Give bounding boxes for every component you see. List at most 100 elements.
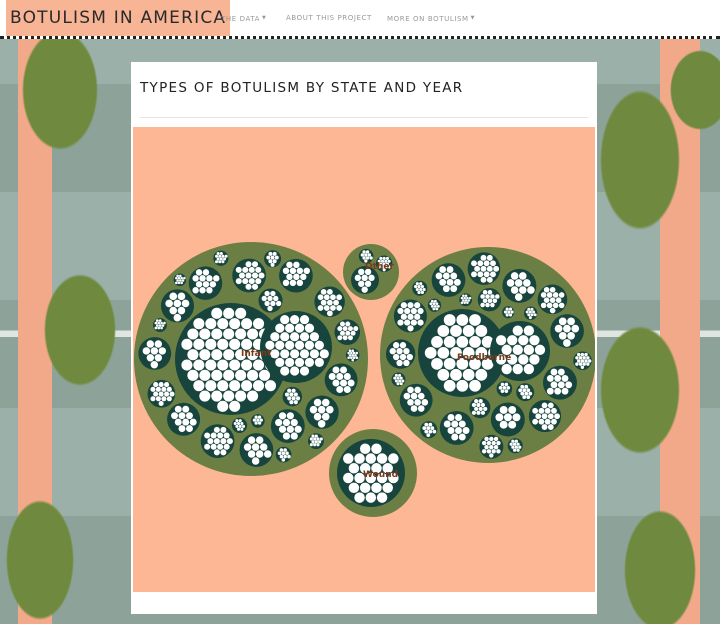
leaf-circle[interactable] (554, 413, 560, 420)
leaf-circle[interactable] (510, 310, 514, 314)
leaf-circle[interactable] (410, 405, 418, 412)
nav-the-data[interactable]: THE DATA ▼ (221, 0, 266, 36)
leaf-circle[interactable] (350, 330, 356, 336)
leaf-circle[interactable] (469, 379, 481, 392)
leaf-circle[interactable] (439, 266, 447, 273)
leaf-circle[interactable] (238, 419, 242, 423)
leaf-circle[interactable] (294, 357, 305, 367)
leaf-circle[interactable] (176, 279, 179, 282)
leaf-circle[interactable] (382, 482, 393, 494)
leaf-circle[interactable] (490, 302, 495, 308)
leaf-circle[interactable] (300, 273, 307, 281)
leaf-circle[interactable] (150, 386, 156, 392)
leaf-circle[interactable] (354, 492, 365, 503)
leaf-circle[interactable] (229, 380, 241, 392)
leaf-circle[interactable] (251, 443, 260, 451)
leaf-circle[interactable] (503, 413, 512, 422)
leaf-circle[interactable] (211, 349, 223, 361)
leaf-circle[interactable] (578, 362, 583, 366)
leaf-circle[interactable] (189, 418, 197, 426)
leaf-circle[interactable] (223, 307, 235, 319)
leaf-circle[interactable] (523, 325, 535, 336)
leaf-circle[interactable] (247, 369, 259, 381)
leaf-circle[interactable] (392, 342, 400, 349)
leaf-circle[interactable] (462, 427, 470, 434)
leaf-circle[interactable] (238, 424, 242, 428)
leaf-circle[interactable] (157, 326, 161, 330)
leaf-circle[interactable] (490, 294, 495, 299)
leaf-circle[interactable] (417, 290, 421, 295)
leaf-circle[interactable] (345, 330, 351, 336)
leaf-circle[interactable] (235, 419, 239, 423)
leaf-circle[interactable] (355, 356, 359, 360)
leaf-circle[interactable] (163, 321, 166, 325)
leaf-circle[interactable] (490, 260, 496, 267)
leaf-circle[interactable] (247, 436, 256, 444)
leaf-circle[interactable] (426, 433, 431, 438)
leaf-circle[interactable] (180, 276, 183, 280)
leaf-circle[interactable] (309, 332, 320, 342)
leaf-circle[interactable] (337, 326, 343, 332)
leaf-circle[interactable] (504, 382, 509, 387)
leaf-circle[interactable] (286, 261, 293, 269)
nav-about-project[interactable]: ABOUT THIS PROJECT (286, 0, 372, 36)
leaf-circle[interactable] (354, 453, 365, 464)
leaf-circle[interactable] (352, 351, 356, 355)
leaf-circle[interactable] (223, 390, 235, 402)
leaf-circle[interactable] (567, 317, 575, 326)
leaf-circle[interactable] (480, 276, 487, 283)
leaf-circle[interactable] (424, 422, 429, 427)
leaf-circle[interactable] (257, 415, 262, 419)
leaf-circle[interactable] (475, 325, 488, 337)
leaf-circle[interactable] (511, 445, 515, 449)
leaf-circle[interactable] (557, 381, 565, 389)
leaf-circle[interactable] (245, 272, 252, 279)
leaf-circle[interactable] (235, 424, 239, 428)
leaf-circle[interactable] (182, 418, 190, 426)
leaf-circle[interactable] (282, 418, 291, 427)
leaf-circle[interactable] (342, 326, 348, 332)
leaf-circle[interactable] (398, 373, 402, 377)
leaf-circle[interactable] (471, 402, 477, 408)
leaf-circle[interactable] (158, 347, 166, 355)
leaf-circle[interactable] (532, 418, 539, 425)
leaf-circle[interactable] (514, 439, 518, 443)
leaf-circle[interactable] (424, 429, 429, 434)
leaf-circle[interactable] (241, 359, 253, 371)
leaf-circle[interactable] (505, 313, 509, 317)
leaf-circle[interactable] (193, 359, 205, 371)
leaf-circle[interactable] (254, 415, 258, 419)
leaf-circle[interactable] (406, 353, 413, 361)
leaf-circle[interactable] (355, 351, 359, 355)
leaf-circle[interactable] (396, 359, 403, 367)
leaf-circle[interactable] (336, 305, 343, 311)
leaf-circle[interactable] (275, 357, 285, 367)
leaf-circle[interactable] (365, 453, 377, 464)
leaf-circle[interactable] (343, 386, 351, 394)
leaf-circle[interactable] (235, 390, 247, 402)
leaf-circle[interactable] (450, 368, 462, 381)
leaf-circle[interactable] (399, 353, 407, 361)
leaf-circle[interactable] (407, 302, 414, 309)
leaf-circle[interactable] (293, 273, 300, 281)
leaf-circle[interactable] (217, 443, 224, 450)
leaf-circle[interactable] (414, 285, 418, 289)
leaf-circle[interactable] (558, 331, 567, 340)
leaf-circle[interactable] (523, 363, 535, 375)
leaf-circle[interactable] (206, 287, 213, 294)
leaf-circle[interactable] (432, 302, 436, 306)
leaf-circle[interactable] (547, 424, 554, 431)
leaf-circle[interactable] (323, 294, 330, 301)
leaf-circle[interactable] (584, 359, 588, 363)
leaf-circle[interactable] (417, 405, 425, 412)
leaf-circle[interactable] (272, 251, 277, 256)
leaf-circle[interactable] (318, 440, 322, 444)
leaf-circle[interactable] (174, 405, 182, 413)
leaf-circle[interactable] (443, 357, 456, 370)
leaf-circle[interactable] (500, 389, 505, 393)
leaf-circle[interactable] (240, 421, 244, 426)
leaf-circle[interactable] (512, 363, 523, 375)
leaf-circle[interactable] (428, 429, 433, 434)
leaf-circle[interactable] (466, 301, 469, 305)
leaf-circle[interactable] (154, 321, 158, 325)
